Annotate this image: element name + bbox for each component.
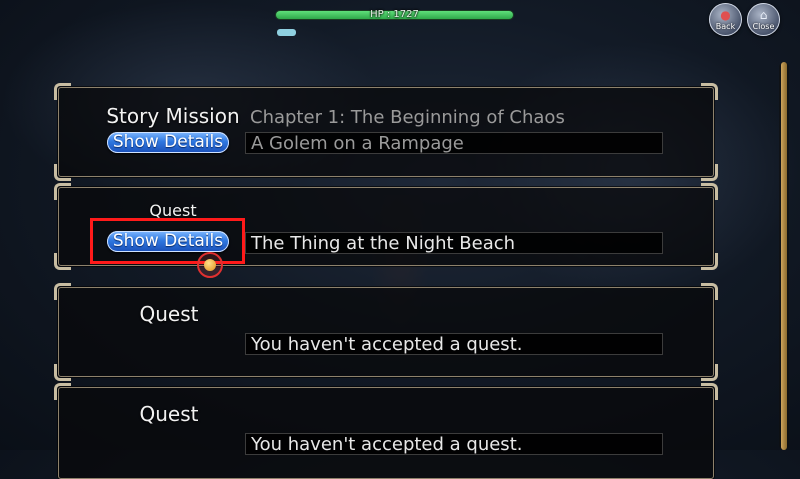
close-icon: ⌂ (759, 7, 768, 22)
panel-title: Story Mission (106, 104, 240, 128)
back-label: Back (715, 21, 736, 31)
story-mission-panel: Story Mission Show Details Chapter 1: Th… (54, 83, 718, 181)
quest-field: The Thing at the Night Beach (245, 232, 663, 254)
frame-corner (54, 83, 71, 100)
frame-corner (54, 364, 71, 381)
close-button[interactable]: ⌂ Close (747, 3, 780, 36)
frame-corner (54, 164, 71, 181)
close-label: Close (752, 21, 775, 31)
frame-corner (701, 383, 718, 400)
show-details-button[interactable]: Show Details (107, 231, 229, 252)
panel-title: Quest (139, 302, 199, 326)
mission-field: A Golem on a Rampage (245, 132, 663, 154)
frame-corner (54, 253, 71, 270)
frame-corner (701, 164, 718, 181)
scrollbar-thumb[interactable] (781, 62, 787, 450)
quest-panel-2: Quest You haven't accepted a quest. (54, 283, 718, 381)
quest-panel-1: Quest Show Details The Thing at the Nigh… (54, 183, 718, 270)
frame-corner (54, 183, 71, 200)
frame-corner (701, 283, 718, 300)
tap-pointer-icon (197, 252, 223, 278)
chapter-label: Chapter 1: The Beginning of Chaos (250, 107, 565, 128)
hp-text: HP : 1727 (370, 9, 419, 20)
panel-title: Quest (139, 402, 199, 426)
frame-corner (701, 183, 718, 200)
show-details-button[interactable]: Show Details (107, 132, 229, 153)
back-button[interactable]: ● Back (709, 3, 742, 36)
back-icon: ● (720, 7, 731, 22)
frame-corner (701, 83, 718, 100)
frame-corner (701, 253, 718, 270)
frame-corner (54, 383, 71, 400)
panel-title: Quest (149, 201, 197, 220)
quest-panel-3: Quest You haven't accepted a quest. (54, 383, 718, 479)
mp-bar (277, 29, 296, 36)
frame-corner (701, 364, 718, 381)
quest-field: You haven't accepted a quest. (245, 433, 663, 455)
tap-dot (204, 259, 216, 271)
frame-corner (54, 283, 71, 300)
quest-field: You haven't accepted a quest. (245, 333, 663, 355)
